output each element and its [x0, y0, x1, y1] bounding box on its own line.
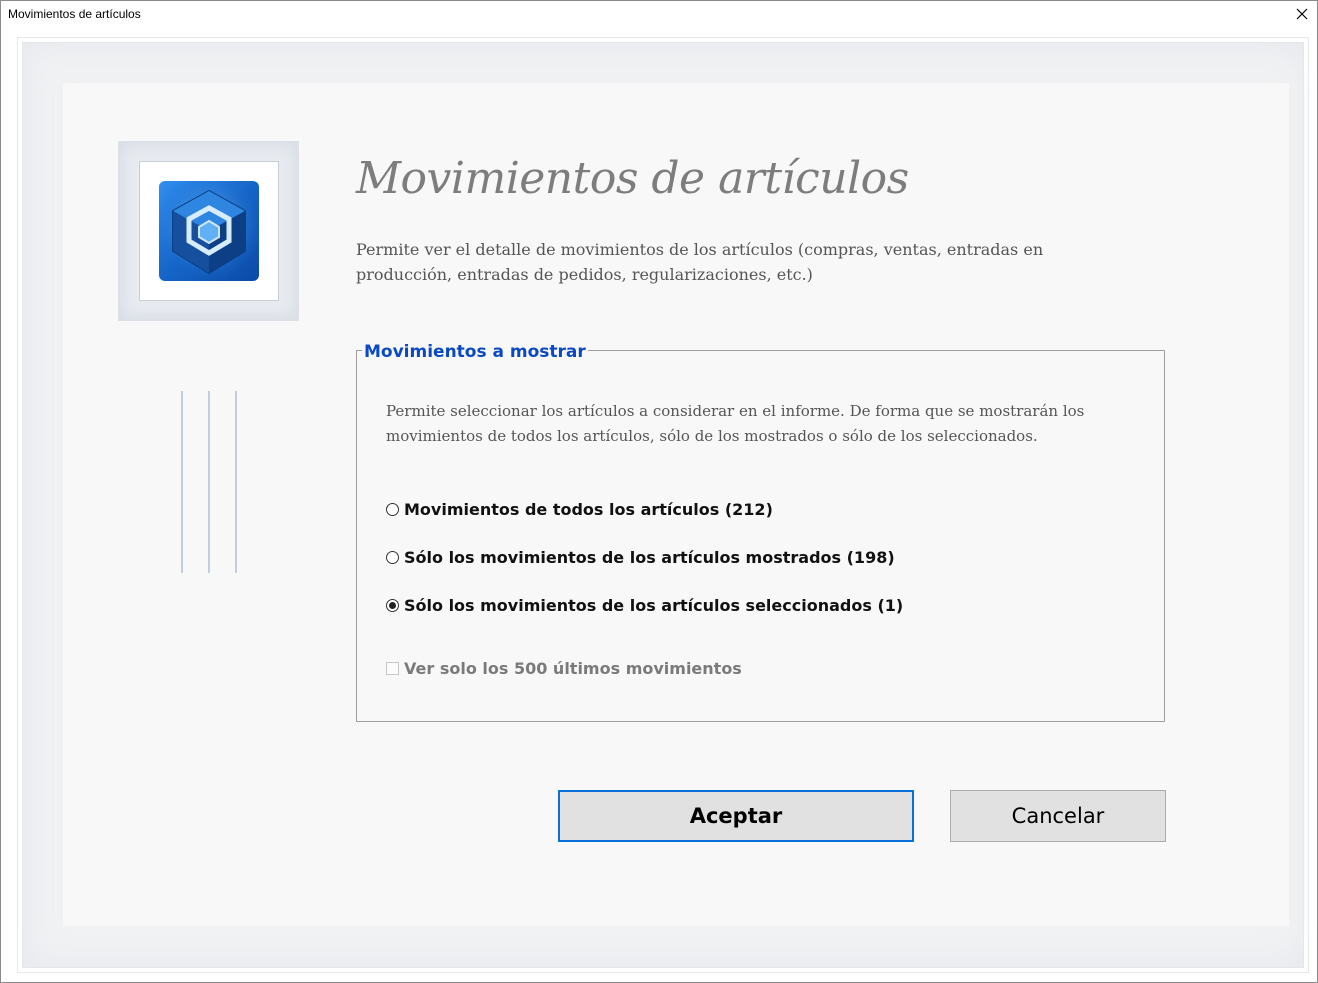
limit-500-checkbox[interactable]: Ver solo los 500 últimos movimientos — [386, 659, 742, 678]
accept-button[interactable]: Aceptar — [558, 790, 914, 842]
page-title: Movimientos de artículos — [356, 153, 909, 204]
option-shown-articles[interactable]: Sólo los movimientos de los artículos mo… — [386, 548, 895, 567]
option-label: Sólo los movimientos de los artículos mo… — [404, 548, 895, 567]
page-description: Permite ver el detalle de movimientos de… — [356, 240, 1044, 284]
option-label: Movimientos de todos los artículos (212) — [404, 500, 773, 519]
groupbox-legend: Movimientos a mostrar — [362, 342, 588, 362]
option-selected-articles[interactable]: Sólo los movimientos de los artículos se… — [386, 596, 903, 615]
radio-button[interactable] — [386, 551, 399, 564]
title-bar: Movimientos de artículos — [1, 1, 1317, 27]
window-title: Movimientos de artículos — [8, 7, 141, 21]
radio-button[interactable] — [386, 503, 399, 516]
option-all-articles[interactable]: Movimientos de todos los artículos (212) — [386, 500, 773, 519]
checkbox-box[interactable] — [386, 662, 399, 675]
cube-icon — [159, 181, 259, 281]
cancel-button[interactable]: Cancelar — [950, 790, 1166, 842]
radio-selected-dot — [389, 602, 396, 609]
decorative-line-1 — [181, 391, 183, 573]
decorative-line-3 — [235, 391, 237, 573]
dialog-window: Movimientos de artículos Movimientos de … — [0, 0, 1318, 983]
decorative-line-2 — [208, 391, 210, 573]
option-label: Sólo los movimientos de los artículos se… — [404, 596, 904, 615]
radio-button-selected[interactable] — [386, 599, 399, 612]
close-icon — [1296, 8, 1308, 20]
close-button[interactable] — [1287, 1, 1317, 27]
checkbox-label: Ver solo los 500 últimos movimientos — [404, 659, 742, 678]
groupbox-description: Permite seleccionar los artículos a cons… — [386, 402, 1085, 445]
